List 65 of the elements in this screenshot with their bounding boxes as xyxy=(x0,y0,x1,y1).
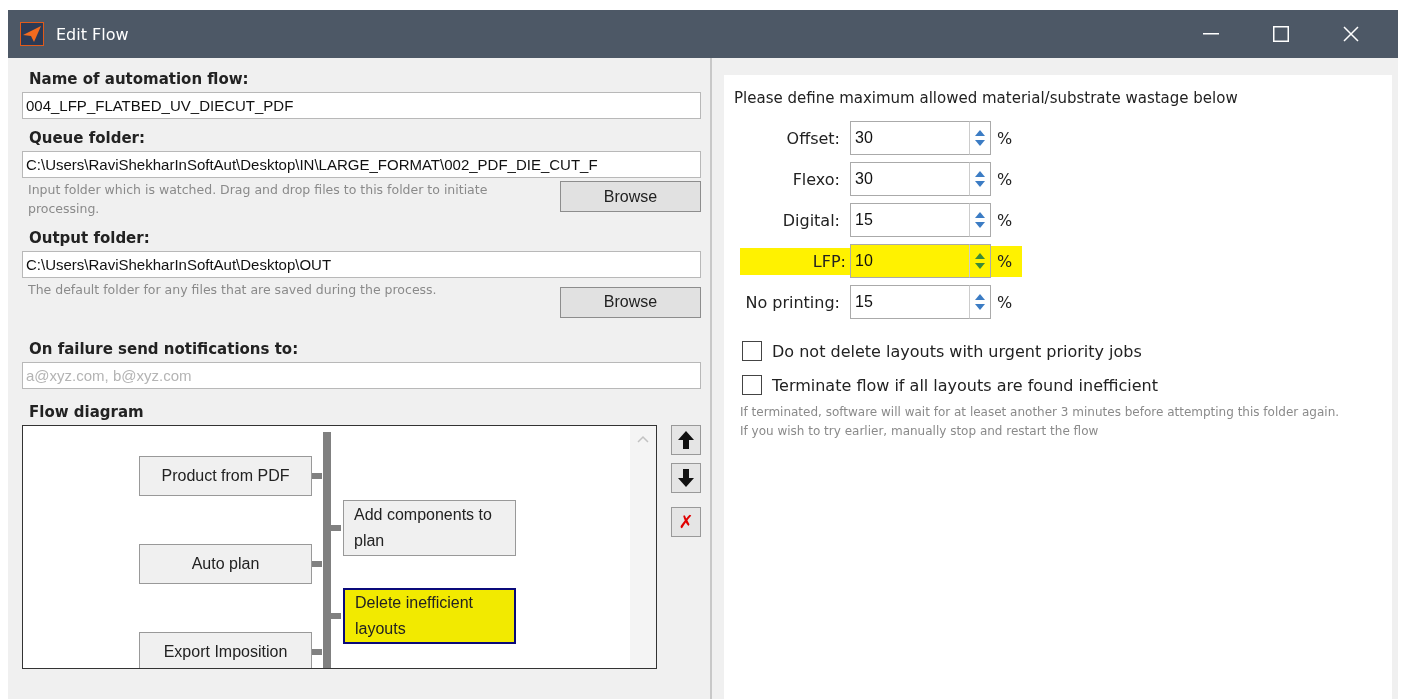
number-field[interactable]: 15 xyxy=(850,203,969,237)
spin-down-icon[interactable] xyxy=(975,304,985,310)
spinner-label: Digital: xyxy=(781,209,841,232)
scrollbar[interactable] xyxy=(630,425,656,668)
unit-label: % xyxy=(996,209,1014,232)
section-label: Flow diagram xyxy=(29,402,145,421)
flow-step[interactable]: Delete inefficient layouts xyxy=(343,587,516,644)
text-field[interactable]: C:\Users\RaviShekharInSoftAut\Desktop\OUT xyxy=(22,250,701,278)
checkbox-label: Do not delete layouts with urgent priority jobs xyxy=(772,341,1142,361)
spin-down-icon[interactable] xyxy=(975,181,985,187)
delete-button[interactable]: ✗ xyxy=(671,506,701,537)
spin-up-icon[interactable] xyxy=(975,294,985,300)
field-label: Output folder: xyxy=(29,228,151,247)
checkbox-label: Terminate flow if all layouts are found inefficient xyxy=(772,375,1158,395)
spin-up-icon[interactable] xyxy=(975,130,985,136)
move-down-button[interactable] xyxy=(671,462,701,493)
arrow-down-icon[interactable] xyxy=(678,468,694,487)
spin-up-icon[interactable] xyxy=(975,212,985,218)
checkbox[interactable] xyxy=(742,375,762,395)
browse-button[interactable]: Browse xyxy=(560,181,701,212)
field-label: Name of automation flow: xyxy=(29,70,250,88)
spinner-label: No printing: xyxy=(744,291,841,314)
paper-plane-icon xyxy=(20,22,44,46)
spin-buttons[interactable] xyxy=(969,244,991,278)
note-text: If terminated, software will wait for at leaset another 3 minutes before attempting this folder again. If you wish to try earlier, manually stop and restart the flow xyxy=(739,404,1341,441)
spin-buttons[interactable] xyxy=(969,203,991,237)
minimize-icon[interactable] xyxy=(1203,33,1219,35)
number-field[interactable]: 30 xyxy=(850,121,969,155)
spin-up-icon[interactable] xyxy=(975,171,985,177)
maximize-icon[interactable] xyxy=(1273,26,1289,42)
field-label: Queue folder: xyxy=(29,129,146,147)
number-field[interactable]: 30 xyxy=(850,162,969,196)
flow-step[interactable]: Add components to plan xyxy=(343,499,516,556)
window-title: Edit Flow xyxy=(56,24,130,44)
hint-text: The default folder for any files that are saved during the process. xyxy=(27,280,438,299)
text-field[interactable]: C:\Users\RaviShekharInSoftAut\Desktop\IN\LARGE_FORMAT\002_PDF_DIE_CUT_F xyxy=(22,151,701,178)
text-field[interactable]: 004_LFP_FLATBED_UV_DIECUT_PDF xyxy=(22,92,701,119)
unit-label: % xyxy=(996,291,1014,314)
close-icon[interactable] xyxy=(1343,26,1359,42)
field-label: On failure send notifications to: xyxy=(29,339,300,358)
move-up-button[interactable] xyxy=(671,424,701,455)
flow-step[interactable]: Export Imposition xyxy=(139,631,312,668)
checkbox[interactable] xyxy=(742,341,762,361)
spinner-label: LFP: xyxy=(740,247,850,275)
browse-button[interactable]: Browse xyxy=(560,286,701,318)
spin-down-icon[interactable] xyxy=(975,263,985,269)
number-field[interactable]: 10 xyxy=(850,244,969,278)
spin-up-icon[interactable] xyxy=(975,253,985,259)
flow-step[interactable]: Auto plan xyxy=(139,543,312,584)
spin-down-icon[interactable] xyxy=(975,222,985,228)
unit-label: % xyxy=(996,168,1014,191)
text-field[interactable]: a@xyz.com, b@xyz.com xyxy=(22,361,701,389)
number-field[interactable]: 15 xyxy=(850,285,969,319)
unit-label: % xyxy=(996,127,1014,150)
arrow-up-icon[interactable] xyxy=(678,430,694,449)
unit-label: % xyxy=(991,245,1023,277)
intro-text: Please define maximum allowed material/substrate wastage below xyxy=(734,89,1239,107)
hint-text: Input folder which is watched. Drag and drop files to this folder to initiate processing. xyxy=(27,181,489,218)
spinner-label: Offset: xyxy=(785,127,841,150)
flow-step[interactable]: Product from PDF xyxy=(139,455,312,496)
spin-buttons[interactable] xyxy=(969,162,991,196)
spin-buttons[interactable] xyxy=(969,285,991,319)
spin-down-icon[interactable] xyxy=(975,140,985,146)
spinner-label: Flexo: xyxy=(791,168,841,191)
spin-buttons[interactable] xyxy=(969,121,991,155)
